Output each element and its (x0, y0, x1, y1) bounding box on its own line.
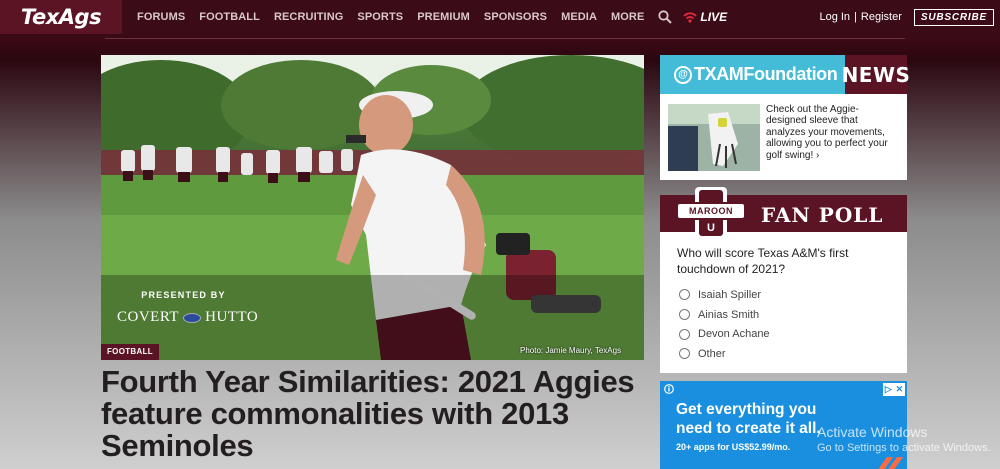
featured-story-image[interactable]: PRESENTED BY COVERT HUTTO (101, 55, 644, 360)
live-broadcast-icon (683, 12, 698, 23)
ad-subtext: 20+ apps for US$52.99/mo. (676, 442, 791, 452)
ford-oval-icon (183, 312, 202, 323)
live-label: LIVE (700, 10, 728, 24)
poll-option[interactable]: Devon Achane (679, 324, 907, 344)
sponsor-name-right: HUTTO (205, 309, 259, 325)
poll-option-label: Ainias Smith (698, 308, 760, 321)
news-thumbnail[interactable] (668, 104, 760, 171)
fan-poll-card: MAROON U FAN POLL Who will score Texas A… (660, 187, 907, 373)
ad-headline: Get everything you need to create it all… (676, 400, 821, 438)
poll-option-label: Isaiah Spiller (698, 288, 761, 301)
ad-stripe-graphic (878, 457, 903, 469)
at-icon: @ (674, 65, 692, 84)
poll-option[interactable]: Ainias Smith (679, 305, 907, 325)
activate-windows-watermark: Activate Windows Go to Settings to activ… (817, 424, 991, 454)
poll-option[interactable]: Isaiah Spiller (679, 285, 907, 305)
fan-poll-title: FAN POLL (761, 203, 884, 227)
texags-logo: TexAgs (20, 5, 102, 29)
foundation-news-card[interactable]: @ TXAMFoundation NEWS Check out the Aggi… (660, 55, 910, 180)
nav-item-forums[interactable]: FORUMS (137, 11, 185, 23)
sponsor-logo[interactable]: COVERT HUTTO (117, 309, 258, 326)
sponsor-name-left: COVERT (117, 309, 180, 325)
nav-separator: | (854, 11, 857, 23)
badge-letter: U (707, 222, 715, 234)
nav-item-more[interactable]: MORE (611, 11, 644, 23)
watermark-subtitle: Go to Settings to activate Windows. (817, 442, 991, 454)
ad-info-icon[interactable] (664, 384, 674, 394)
ad-headline-line2: need to create it all. (676, 420, 821, 437)
nav-item-recruiting[interactable]: RECRUITING (274, 11, 343, 23)
poll-options: Isaiah Spiller Ainias Smith Devon Achane… (679, 285, 907, 364)
ad-headline-line1: Get everything you (676, 401, 817, 418)
nav-item-media[interactable]: MEDIA (561, 11, 597, 23)
nav-item-football[interactable]: FOOTBALL (199, 11, 260, 23)
radio-button[interactable] (679, 289, 690, 301)
nav-item-premium[interactable]: PREMIUM (417, 11, 470, 23)
header-divider (105, 38, 905, 39)
badge-text: MAROON (689, 206, 733, 216)
golf-sleeve-image (668, 104, 760, 171)
top-navigation: TexAgs FORUMS FOOTBALL RECRUITING SPORTS… (0, 0, 1000, 34)
live-link[interactable]: LIVE (682, 10, 727, 24)
fan-poll-header: MAROON U FAN POLL (660, 187, 907, 239)
photo-credit: Photo: Jamie Maury, TexAgs (520, 346, 622, 355)
radio-button[interactable] (679, 348, 690, 360)
radio-button[interactable] (679, 328, 690, 340)
story-headline[interactable]: Fourth Year Similarities: 2021 Aggies fe… (101, 366, 651, 462)
account-links: Log In | Register SUBSCRIBE (819, 0, 994, 34)
subscribe-button[interactable]: SUBSCRIBE (913, 8, 994, 26)
news-blurb[interactable]: Check out the Aggie-designed sleeve that… (766, 104, 899, 171)
register-link[interactable]: Register (861, 11, 902, 23)
news-tag: NEWS (842, 55, 910, 94)
foundation-handle: TXAMFoundation (694, 64, 838, 84)
nav-item-sports[interactable]: SPORTS (357, 11, 403, 23)
main-menu: FORUMS FOOTBALL RECRUITING SPORTS PREMIU… (137, 0, 727, 34)
presented-by-label: PRESENTED BY (141, 290, 226, 300)
search-icon[interactable] (658, 10, 673, 24)
close-icon[interactable]: ✕ (896, 385, 904, 394)
category-tag[interactable]: FOOTBALL (101, 344, 159, 360)
logo-link[interactable]: TexAgs (0, 0, 122, 34)
poll-option-label: Other (698, 347, 726, 360)
login-link[interactable]: Log In (819, 11, 850, 23)
poll-question: Who will score Texas A&M's first touchdo… (677, 246, 849, 276)
adchoices-icon[interactable]: ▷ (885, 385, 892, 394)
poll-option-label: Devon Achane (698, 328, 770, 341)
ad-close-controls[interactable]: ▷ ✕ (883, 383, 905, 396)
watermark-title: Activate Windows (817, 424, 928, 440)
news-card-header: @ TXAMFoundation NEWS (660, 55, 910, 94)
nav-item-sponsors[interactable]: SPONSORS (484, 11, 547, 23)
radio-button[interactable] (679, 309, 690, 321)
poll-option[interactable]: Other (679, 344, 907, 364)
